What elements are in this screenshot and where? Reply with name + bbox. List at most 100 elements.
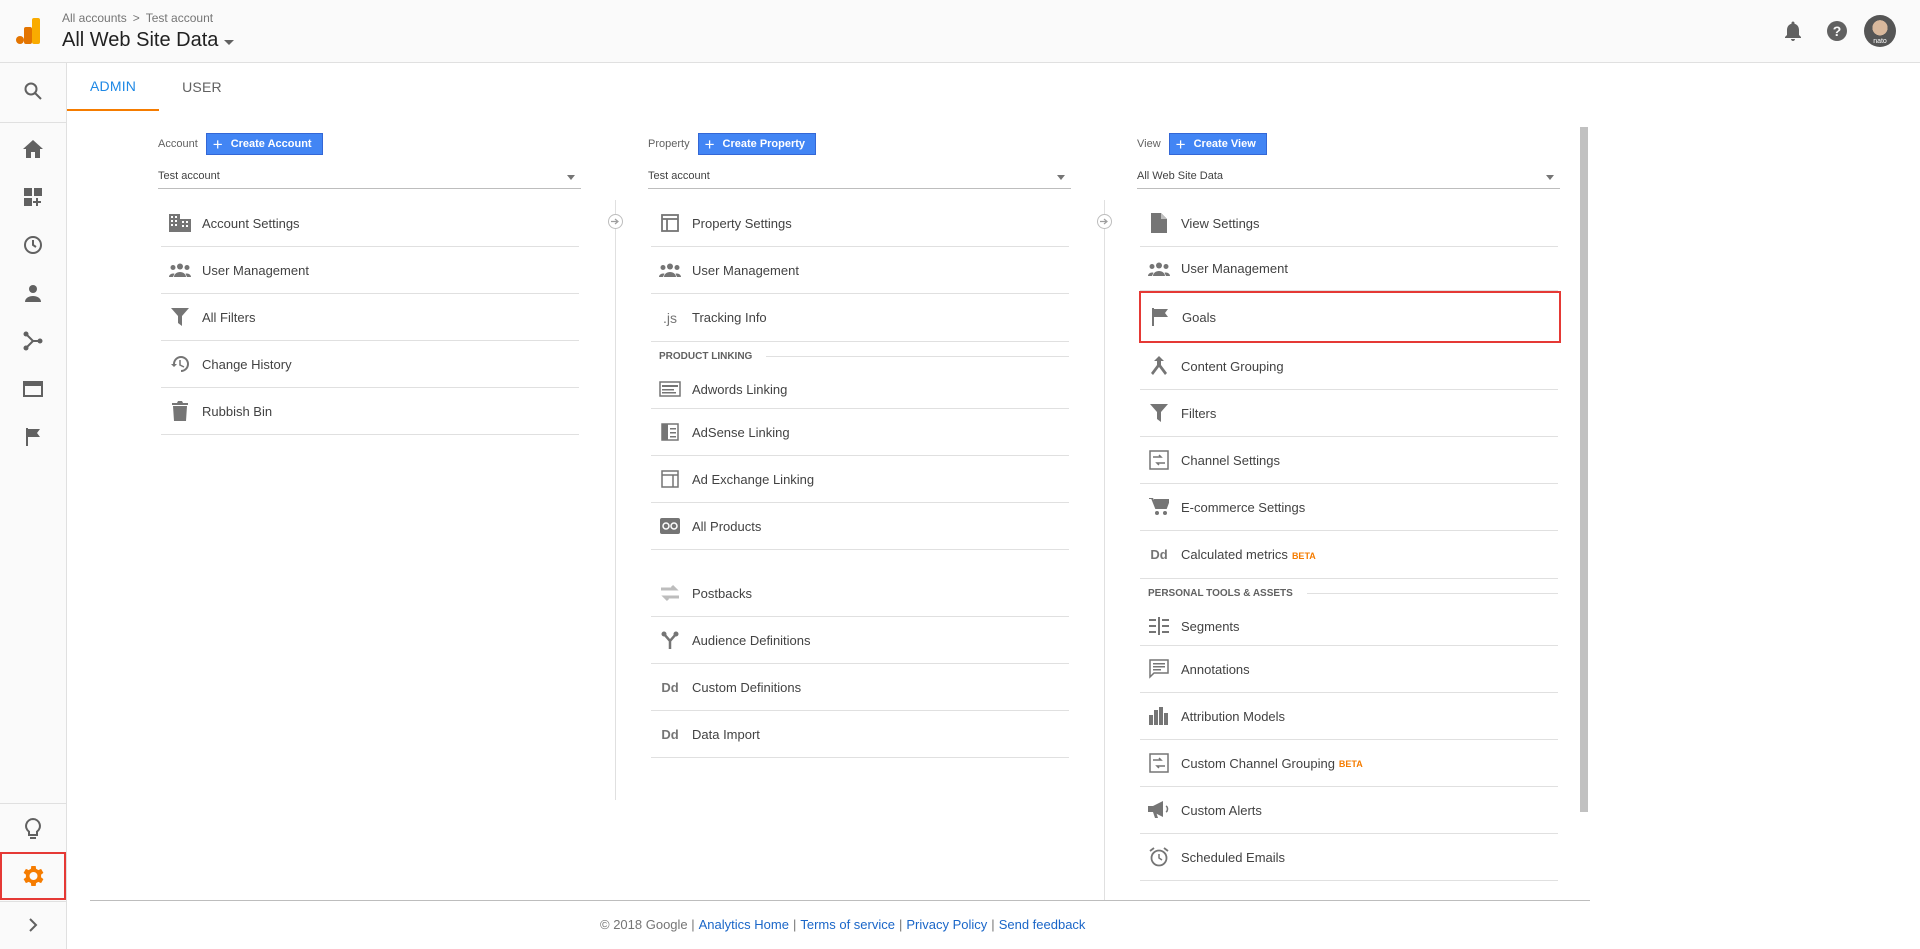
adsense-linking-item[interactable]: AdSense Linking <box>651 409 1069 456</box>
breadcrumb: All accounts > Test account <box>62 11 213 25</box>
content-scrollbar[interactable] <box>1580 127 1588 812</box>
account-column: Account + Create Account Test account Acc… <box>158 133 581 435</box>
scheduled-emails-item[interactable]: Scheduled Emails <box>1140 834 1558 881</box>
filter-icon <box>168 305 192 329</box>
plus-icon: + <box>704 134 715 154</box>
column-divider <box>1104 200 1105 900</box>
annotations-item[interactable]: Annotations <box>1140 646 1558 693</box>
custom-definitions-item[interactable]: Dd Custom Definitions <box>651 664 1069 711</box>
audience-icon[interactable] <box>0 269 66 317</box>
view-selector[interactable]: All Web Site Data <box>62 29 235 52</box>
acquisition-icon[interactable] <box>0 317 66 365</box>
view-settings-item[interactable]: View Settings <box>1140 200 1558 247</box>
breadcrumb-account[interactable]: Test account <box>146 11 213 25</box>
postbacks-item[interactable]: Postbacks <box>651 570 1069 617</box>
behavior-icon[interactable] <box>0 365 66 413</box>
data-import-item[interactable]: Dd Data Import <box>651 711 1069 758</box>
property-settings-item[interactable]: Property Settings <box>651 200 1069 247</box>
footer: © 2018 Google | Analytics Home | Terms o… <box>600 917 1086 932</box>
ad-exchange-linking-item[interactable]: Ad Exchange Linking <box>651 456 1069 503</box>
tab-admin[interactable]: ADMIN <box>67 63 160 111</box>
admin-gear-icon[interactable] <box>0 852 66 900</box>
footer-link-privacy[interactable]: Privacy Policy <box>906 917 987 932</box>
annotations-icon <box>1147 657 1171 681</box>
arrow-right-icon <box>608 214 623 229</box>
arrow-right-icon <box>1097 214 1112 229</box>
adsense-icon <box>658 420 682 444</box>
beta-badge: BETA <box>1291 550 1316 561</box>
home-icon[interactable] <box>0 125 66 173</box>
create-account-button[interactable]: + Create Account <box>205 133 323 155</box>
footer-link-analytics-home[interactable]: Analytics Home <box>699 917 789 932</box>
admin-user-tabs: ADMIN USER <box>67 63 245 111</box>
breadcrumb-all-accounts[interactable]: All accounts <box>62 11 127 25</box>
create-view-button[interactable]: + Create View <box>1168 133 1267 155</box>
calculated-metrics-item[interactable]: Dd Calculated metrics BETA <box>1140 531 1558 578</box>
segments-item[interactable]: Segments <box>1140 607 1558 646</box>
customization-icon[interactable] <box>0 173 66 221</box>
ecommerce-settings-item[interactable]: E-commerce Settings <box>1140 484 1558 531</box>
svg-text:?: ? <box>1833 23 1842 39</box>
conversions-icon[interactable] <box>0 413 66 461</box>
create-property-button[interactable]: + Create Property <box>697 133 817 155</box>
adwords-linking-item[interactable]: Adwords Linking <box>651 370 1069 409</box>
channel-icon <box>1147 751 1171 775</box>
ad-exchange-icon <box>658 467 682 491</box>
dd-icon: Dd <box>1150 547 1168 562</box>
flag-icon <box>1148 305 1172 329</box>
document-icon <box>1147 211 1171 235</box>
help-icon[interactable]: ? <box>1820 14 1854 48</box>
property-label: Property <box>648 138 690 150</box>
tracking-info-item[interactable]: .js Tracking Info <box>651 294 1069 341</box>
audience-definitions-item[interactable]: Audience Definitions <box>651 617 1069 664</box>
custom-alerts-item[interactable]: Custom Alerts <box>1140 787 1558 834</box>
people-icon <box>168 258 192 282</box>
caret-down-icon <box>1057 174 1065 180</box>
footer-link-send-feedback[interactable]: Send feedback <box>999 917 1086 932</box>
megaphone-icon <box>1147 798 1171 822</box>
left-navigation <box>0 63 67 949</box>
dd-icon: Dd <box>661 726 679 742</box>
top-header: All accounts > Test account All Web Site… <box>0 0 1920 63</box>
people-icon <box>658 258 682 282</box>
property-selector[interactable]: Test account <box>648 163 1071 189</box>
caret-down-icon <box>224 39 235 45</box>
view-user-management-item[interactable]: User Management <box>1140 247 1558 291</box>
realtime-icon[interactable] <box>0 221 66 269</box>
rubbish-bin-item[interactable]: Rubbish Bin <box>161 388 579 435</box>
attribution-models-item[interactable]: Attribution Models <box>1140 693 1558 740</box>
channel-settings-item[interactable]: Channel Settings <box>1140 437 1558 484</box>
segments-icon <box>1147 614 1171 638</box>
all-products-icon <box>658 514 682 538</box>
property-user-management-item[interactable]: User Management <box>651 247 1069 294</box>
caret-down-icon <box>567 174 575 180</box>
window-icon <box>658 211 682 235</box>
expand-chevron-icon[interactable] <box>0 901 66 949</box>
all-filters-item[interactable]: All Filters <box>161 294 579 341</box>
footer-copyright: © 2018 Google | <box>600 917 695 932</box>
beta-badge: BETA <box>1338 759 1363 769</box>
building-icon <box>168 211 192 235</box>
tab-user[interactable]: USER <box>159 63 245 111</box>
goals-item[interactable]: Goals <box>1139 291 1561 343</box>
js-icon: .js <box>663 309 677 326</box>
content-grouping-item[interactable]: Content Grouping <box>1140 343 1558 390</box>
all-products-item[interactable]: All Products <box>651 503 1069 550</box>
discover-lightbulb-icon[interactable] <box>0 805 66 853</box>
dd-icon: Dd <box>661 679 679 695</box>
search-icon[interactable] <box>0 67 66 115</box>
account-label: Account <box>158 138 198 150</box>
view-dropdown[interactable]: All Web Site Data <box>1137 163 1560 189</box>
account-user-management-item[interactable]: User Management <box>161 247 579 294</box>
footer-link-terms[interactable]: Terms of service <box>800 917 895 932</box>
filters-item[interactable]: Filters <box>1140 390 1558 437</box>
custom-channel-grouping-item[interactable]: Custom Channel Grouping BETA <box>1140 740 1558 787</box>
change-history-item[interactable]: Change History <box>161 341 579 388</box>
account-settings-item[interactable]: Account Settings <box>161 200 579 247</box>
view-title: All Web Site Data <box>62 29 219 51</box>
bell-icon[interactable] <box>1776 14 1810 48</box>
analytics-logo-icon[interactable] <box>16 18 40 44</box>
account-selector[interactable]: Test account <box>158 163 581 189</box>
caret-down-icon <box>1546 174 1554 180</box>
avatar[interactable]: nato <box>1864 15 1896 47</box>
